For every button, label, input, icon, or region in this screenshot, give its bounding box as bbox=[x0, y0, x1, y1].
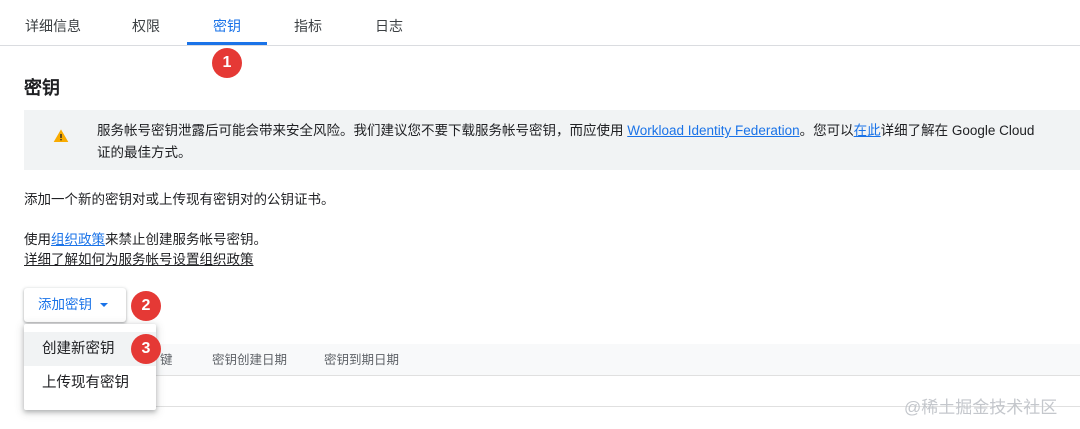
warning-text: 服务帐号密钥泄露后可能会带来安全风险。我们建议您不要下载服务帐号密钥，而应使用 … bbox=[97, 120, 1077, 164]
policy-suffix: 来禁止创建服务帐号密钥。 bbox=[105, 232, 267, 247]
policy-line: 使用组织政策来禁止创建服务帐号密钥。 bbox=[24, 229, 267, 251]
tab-logs[interactable]: 日志 bbox=[373, 0, 405, 46]
tab-details[interactable]: 详细信息 bbox=[24, 0, 82, 46]
service-account-keys-page: 详细信息 权限 密钥 指标 日志 密钥 服务帐号密钥泄露后可能会带来安全风险。我… bbox=[0, 0, 1080, 429]
keys-table-header: 键 密钥创建日期 密钥到期日期 bbox=[24, 344, 1080, 376]
warning-text-part: 证的最佳方式。 bbox=[97, 145, 192, 160]
org-policy-link[interactable]: 组织政策 bbox=[51, 232, 105, 247]
learn-here-link[interactable]: 在此 bbox=[854, 123, 881, 138]
warning-banner: 服务帐号密钥泄露后可能会带来安全风险。我们建议您不要下载服务帐号密钥，而应使用 … bbox=[24, 110, 1080, 170]
callout-1: 1 bbox=[212, 48, 242, 78]
add-key-label: 添加密钥 bbox=[38, 297, 92, 312]
tab-keys[interactable]: 密钥 bbox=[187, 0, 267, 46]
org-policy-learn-more-link[interactable]: 详细了解如何为服务帐号设置组织政策 bbox=[24, 249, 254, 271]
tab-bar: 详细信息 权限 密钥 指标 日志 bbox=[0, 0, 1080, 46]
page-title: 密钥 bbox=[24, 78, 60, 98]
tab-metrics[interactable]: 指标 bbox=[292, 0, 324, 46]
workload-identity-federation-link[interactable]: Workload Identity Federation bbox=[627, 123, 799, 138]
tab-permissions[interactable]: 权限 bbox=[130, 0, 162, 46]
add-key-button[interactable]: 添加密钥 bbox=[24, 288, 126, 322]
column-header-expires: 密钥到期日期 bbox=[324, 353, 400, 367]
active-tab-indicator bbox=[187, 42, 267, 45]
menu-item-upload-existing-key[interactable]: 上传现有密钥 bbox=[24, 366, 156, 400]
column-header-created: 密钥创建日期 bbox=[212, 353, 288, 367]
keys-description: 添加一个新的密钥对或上传现有密钥对的公钥证书。 bbox=[24, 192, 335, 207]
warning-text-part: 。您可以 bbox=[799, 123, 854, 138]
warning-text-part: 详细了解在 Google Cloud bbox=[880, 123, 1035, 138]
callout-2: 2 bbox=[131, 291, 161, 321]
column-header-key: 键 bbox=[160, 353, 173, 367]
dropdown-caret-icon bbox=[100, 303, 108, 307]
watermark: @稀土掘金技术社区 bbox=[904, 398, 1058, 417]
callout-3: 3 bbox=[131, 334, 161, 364]
warning-text-part: 服务帐号密钥泄露后可能会带来安全风险。我们建议您不要下载服务帐号密钥，而应使用 bbox=[97, 123, 628, 138]
warning-icon bbox=[53, 129, 69, 142]
policy-prefix: 使用 bbox=[24, 232, 51, 247]
